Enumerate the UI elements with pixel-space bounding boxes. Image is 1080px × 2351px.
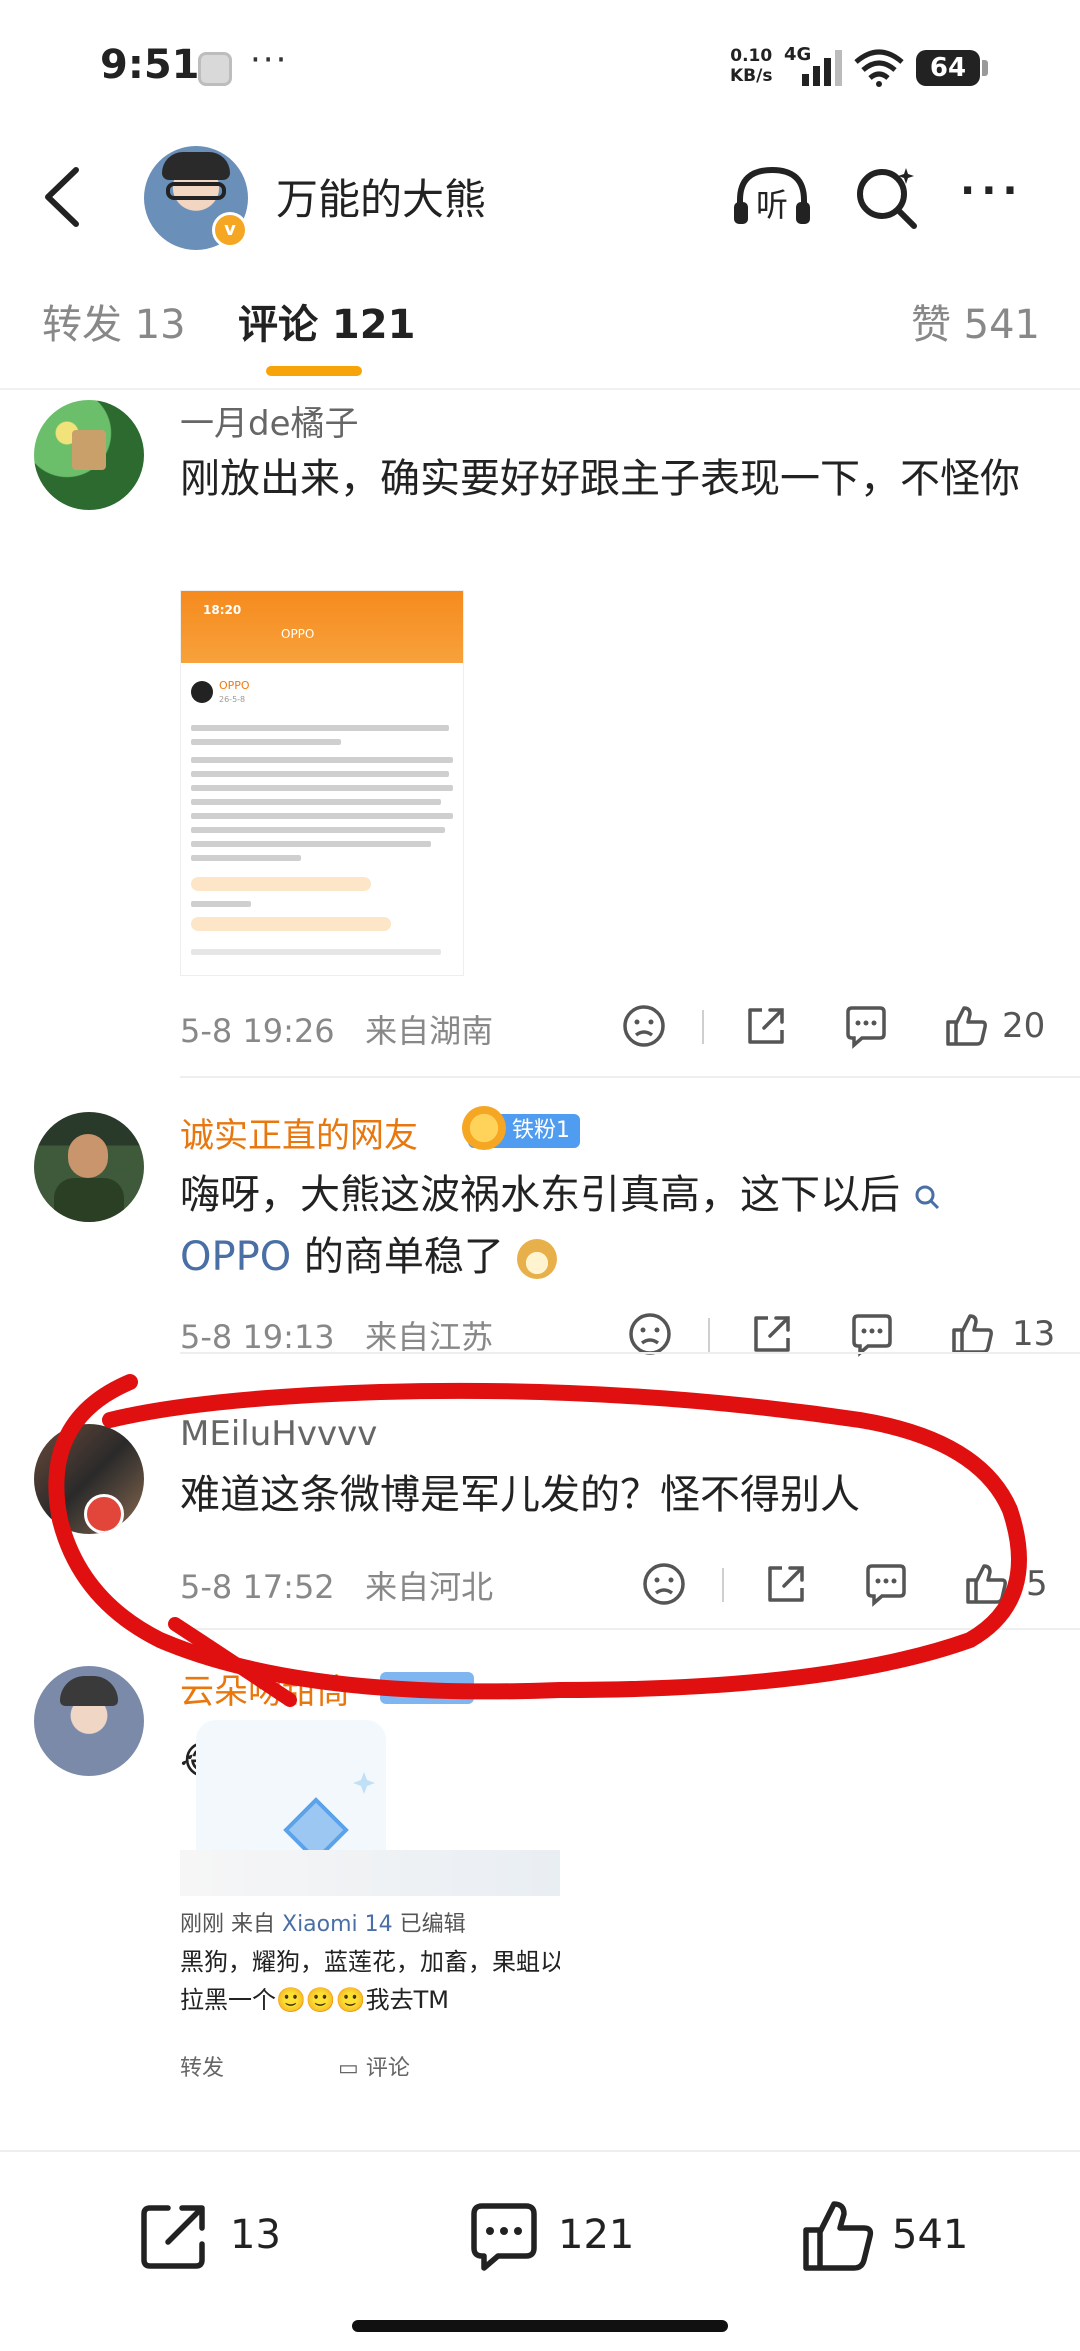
comment-actions: 5 bbox=[640, 1560, 1080, 1616]
oppo-link[interactable]: OPPO bbox=[180, 1234, 291, 1280]
tab-comments[interactable]: 评论 121 bbox=[238, 292, 415, 350]
network-speed: 0.10 KB/s bbox=[730, 46, 772, 86]
like-icon[interactable] bbox=[948, 1310, 996, 1358]
share-icon[interactable] bbox=[742, 1002, 790, 1050]
like-icon[interactable] bbox=[962, 1560, 1010, 1608]
comment-meta: 5-8 17:52 来自河北 bbox=[180, 1562, 493, 1608]
search-icon[interactable] bbox=[852, 164, 922, 232]
dislike-icon[interactable] bbox=[640, 1560, 688, 1608]
screenshot-time: 18:20 bbox=[203, 603, 242, 617]
crown-icon bbox=[462, 1106, 506, 1150]
commenter-name[interactable]: 云朵吻甜筒 bbox=[180, 1664, 350, 1713]
share-icon[interactable] bbox=[762, 1560, 810, 1608]
oppo-logo bbox=[191, 681, 213, 703]
commenter-name[interactable]: 诚实正直的网友 bbox=[180, 1108, 418, 1157]
like-icon bbox=[803, 2201, 874, 2271]
attached-screenshot[interactable]: 刚刚 来自 Xiaomi 14 已编辑 黑狗，耀狗，蓝莲花，加畜，果蛆以后 拉黑… bbox=[180, 1850, 560, 2100]
comment-actions: 20 bbox=[620, 1002, 1060, 1058]
divider bbox=[708, 1318, 710, 1352]
tab-likes[interactable]: 赞 541 bbox=[911, 292, 1040, 350]
battery-icon bbox=[982, 60, 988, 76]
comment-meta: 5-8 19:26 来自湖南 bbox=[180, 1006, 493, 1052]
comment-divider bbox=[180, 1628, 1080, 1630]
screenshot-meta: 刚刚 来自 Xiaomi 14 已编辑 bbox=[180, 1912, 466, 1937]
network-speed-value: 0.10 bbox=[730, 46, 773, 66]
comment-location: 来自河北 bbox=[365, 1568, 494, 1606]
listen-icon[interactable]: 听 bbox=[730, 162, 814, 232]
comment-text-part: 嗨呀，大熊这波祸水东引真高，这下以后 bbox=[180, 1172, 900, 1218]
commenter-avatar[interactable] bbox=[34, 1424, 144, 1534]
dislike-icon[interactable] bbox=[626, 1310, 674, 1358]
reply-icon[interactable] bbox=[862, 1560, 910, 1608]
comment-location: 来自湖南 bbox=[365, 1012, 494, 1050]
listen-label: 听 bbox=[756, 186, 788, 224]
more-options-icon[interactable]: ··· bbox=[960, 171, 1036, 216]
status-bar: 9:51 ··· 0.10 KB/s 4G 64 bbox=[0, 0, 1080, 140]
divider bbox=[722, 1568, 724, 1602]
dislike-icon[interactable] bbox=[620, 1002, 668, 1050]
reply-icon[interactable] bbox=[848, 1310, 896, 1358]
comment-time: 5-8 19:13 bbox=[180, 1318, 335, 1356]
commenter-name[interactable]: MEiluHvvvv bbox=[180, 1414, 377, 1454]
fan-badge-label: 铁粉1 bbox=[512, 1118, 570, 1143]
screenshot-text: 拉黑一个🙂🙂🙂我去TM bbox=[180, 1986, 450, 2014]
screenshot-text: 黑狗，耀狗，蓝莲花，加畜，果蛆以后 bbox=[180, 1948, 560, 1976]
comment-count: 121 bbox=[558, 2212, 635, 2258]
comment-actions: 13 bbox=[626, 1310, 1066, 1366]
comment-location: 来自江苏 bbox=[365, 1318, 494, 1356]
divider bbox=[702, 1010, 704, 1044]
back-icon[interactable] bbox=[32, 162, 92, 232]
commenter-avatar[interactable] bbox=[34, 1666, 144, 1776]
comment-divider bbox=[180, 1076, 1080, 1078]
comment-divider bbox=[180, 1352, 1080, 1354]
app-icon bbox=[198, 52, 232, 86]
screenshot-title: OPPO bbox=[281, 627, 315, 641]
comment-text: 刚放出来，确实要好好跟主子表现一下，不怪你 bbox=[180, 456, 1020, 502]
fan-badge: 铁粉1 bbox=[462, 1106, 580, 1150]
comment-item: MEiluHvvvv 难道这条微博是军儿发的？怪不得别人 5-8 17:52 来… bbox=[0, 1410, 1080, 1650]
home-indicator[interactable] bbox=[352, 2320, 728, 2332]
wifi-icon bbox=[854, 49, 904, 87]
like-count: 20 bbox=[1002, 1006, 1046, 1046]
comment-icon bbox=[471, 2203, 537, 2271]
comment-attached-image[interactable]: 18:20 OPPO OPPO 26-5-8 bbox=[180, 590, 464, 976]
comment-time: 5-8 17:52 bbox=[180, 1568, 335, 1606]
status-more-indicator: ··· bbox=[250, 40, 289, 80]
like-icon[interactable] bbox=[942, 1002, 990, 1050]
comment-item: 云朵吻甜筒 😂😂 刚刚 来自 Xiaomi 14 已编辑 黑狗，耀狗，蓝莲花，加… bbox=[0, 1664, 1080, 2134]
comment-item: 一月de橘子 刚放出来，确实要好好跟主子表现一下，不怪你 18:20 OPPO … bbox=[0, 396, 1080, 1082]
comment-text: 嗨呀，大熊这波祸水东引真高，这下以后 OPPO 的商单稳了 bbox=[180, 1164, 1050, 1288]
signal-icon bbox=[802, 50, 842, 86]
commenter-avatar[interactable] bbox=[34, 400, 144, 510]
comment-text: 难道这条微博是军儿发的？怪不得别人 bbox=[180, 1472, 860, 1518]
tab-reposts[interactable]: 转发 13 bbox=[42, 292, 186, 350]
comment-text-part: 的商单稳了 bbox=[291, 1234, 504, 1280]
reply-icon[interactable] bbox=[842, 1002, 890, 1050]
fan-badge bbox=[380, 1672, 474, 1704]
share-icon[interactable] bbox=[748, 1310, 796, 1358]
tab-bar: 转发 13 评论 121 赞 541 bbox=[0, 280, 1080, 390]
battery-level: 64 bbox=[916, 50, 980, 86]
status-time: 9:51 bbox=[100, 42, 200, 88]
like-count: 5 bbox=[1026, 1564, 1048, 1604]
verified-badge-icon: v bbox=[212, 212, 248, 248]
screenshot-actions: 转发 ▭ 评论 bbox=[180, 2056, 410, 2081]
doge-emoji-icon bbox=[516, 1239, 557, 1279]
comment-time: 5-8 19:26 bbox=[180, 1012, 335, 1050]
repost-icon bbox=[141, 2205, 205, 2269]
repost-count: 13 bbox=[230, 2212, 281, 2258]
author-name[interactable]: 万能的大熊 bbox=[276, 166, 486, 227]
comment-icon: ▭ bbox=[338, 2056, 359, 2081]
like-count: 13 bbox=[1012, 1314, 1056, 1354]
bottom-action-bar: 13 121 541 bbox=[0, 2150, 1080, 2310]
active-tab-indicator bbox=[266, 366, 362, 376]
commenter-avatar[interactable] bbox=[34, 1112, 144, 1222]
like-count: 541 bbox=[892, 2212, 969, 2258]
screenshot-author: OPPO bbox=[219, 679, 250, 692]
comment-item: 诚实正直的网友 铁粉1 嗨呀，大熊这波祸水东引真高，这下以后 OPPO 的商单稳… bbox=[0, 1104, 1080, 1366]
commenter-name[interactable]: 一月de橘子 bbox=[180, 396, 359, 445]
search-link-icon bbox=[915, 1185, 939, 1210]
top-nav: v 万能的大熊 听 ··· bbox=[0, 140, 1080, 260]
network-speed-unit: KB/s bbox=[730, 66, 773, 86]
